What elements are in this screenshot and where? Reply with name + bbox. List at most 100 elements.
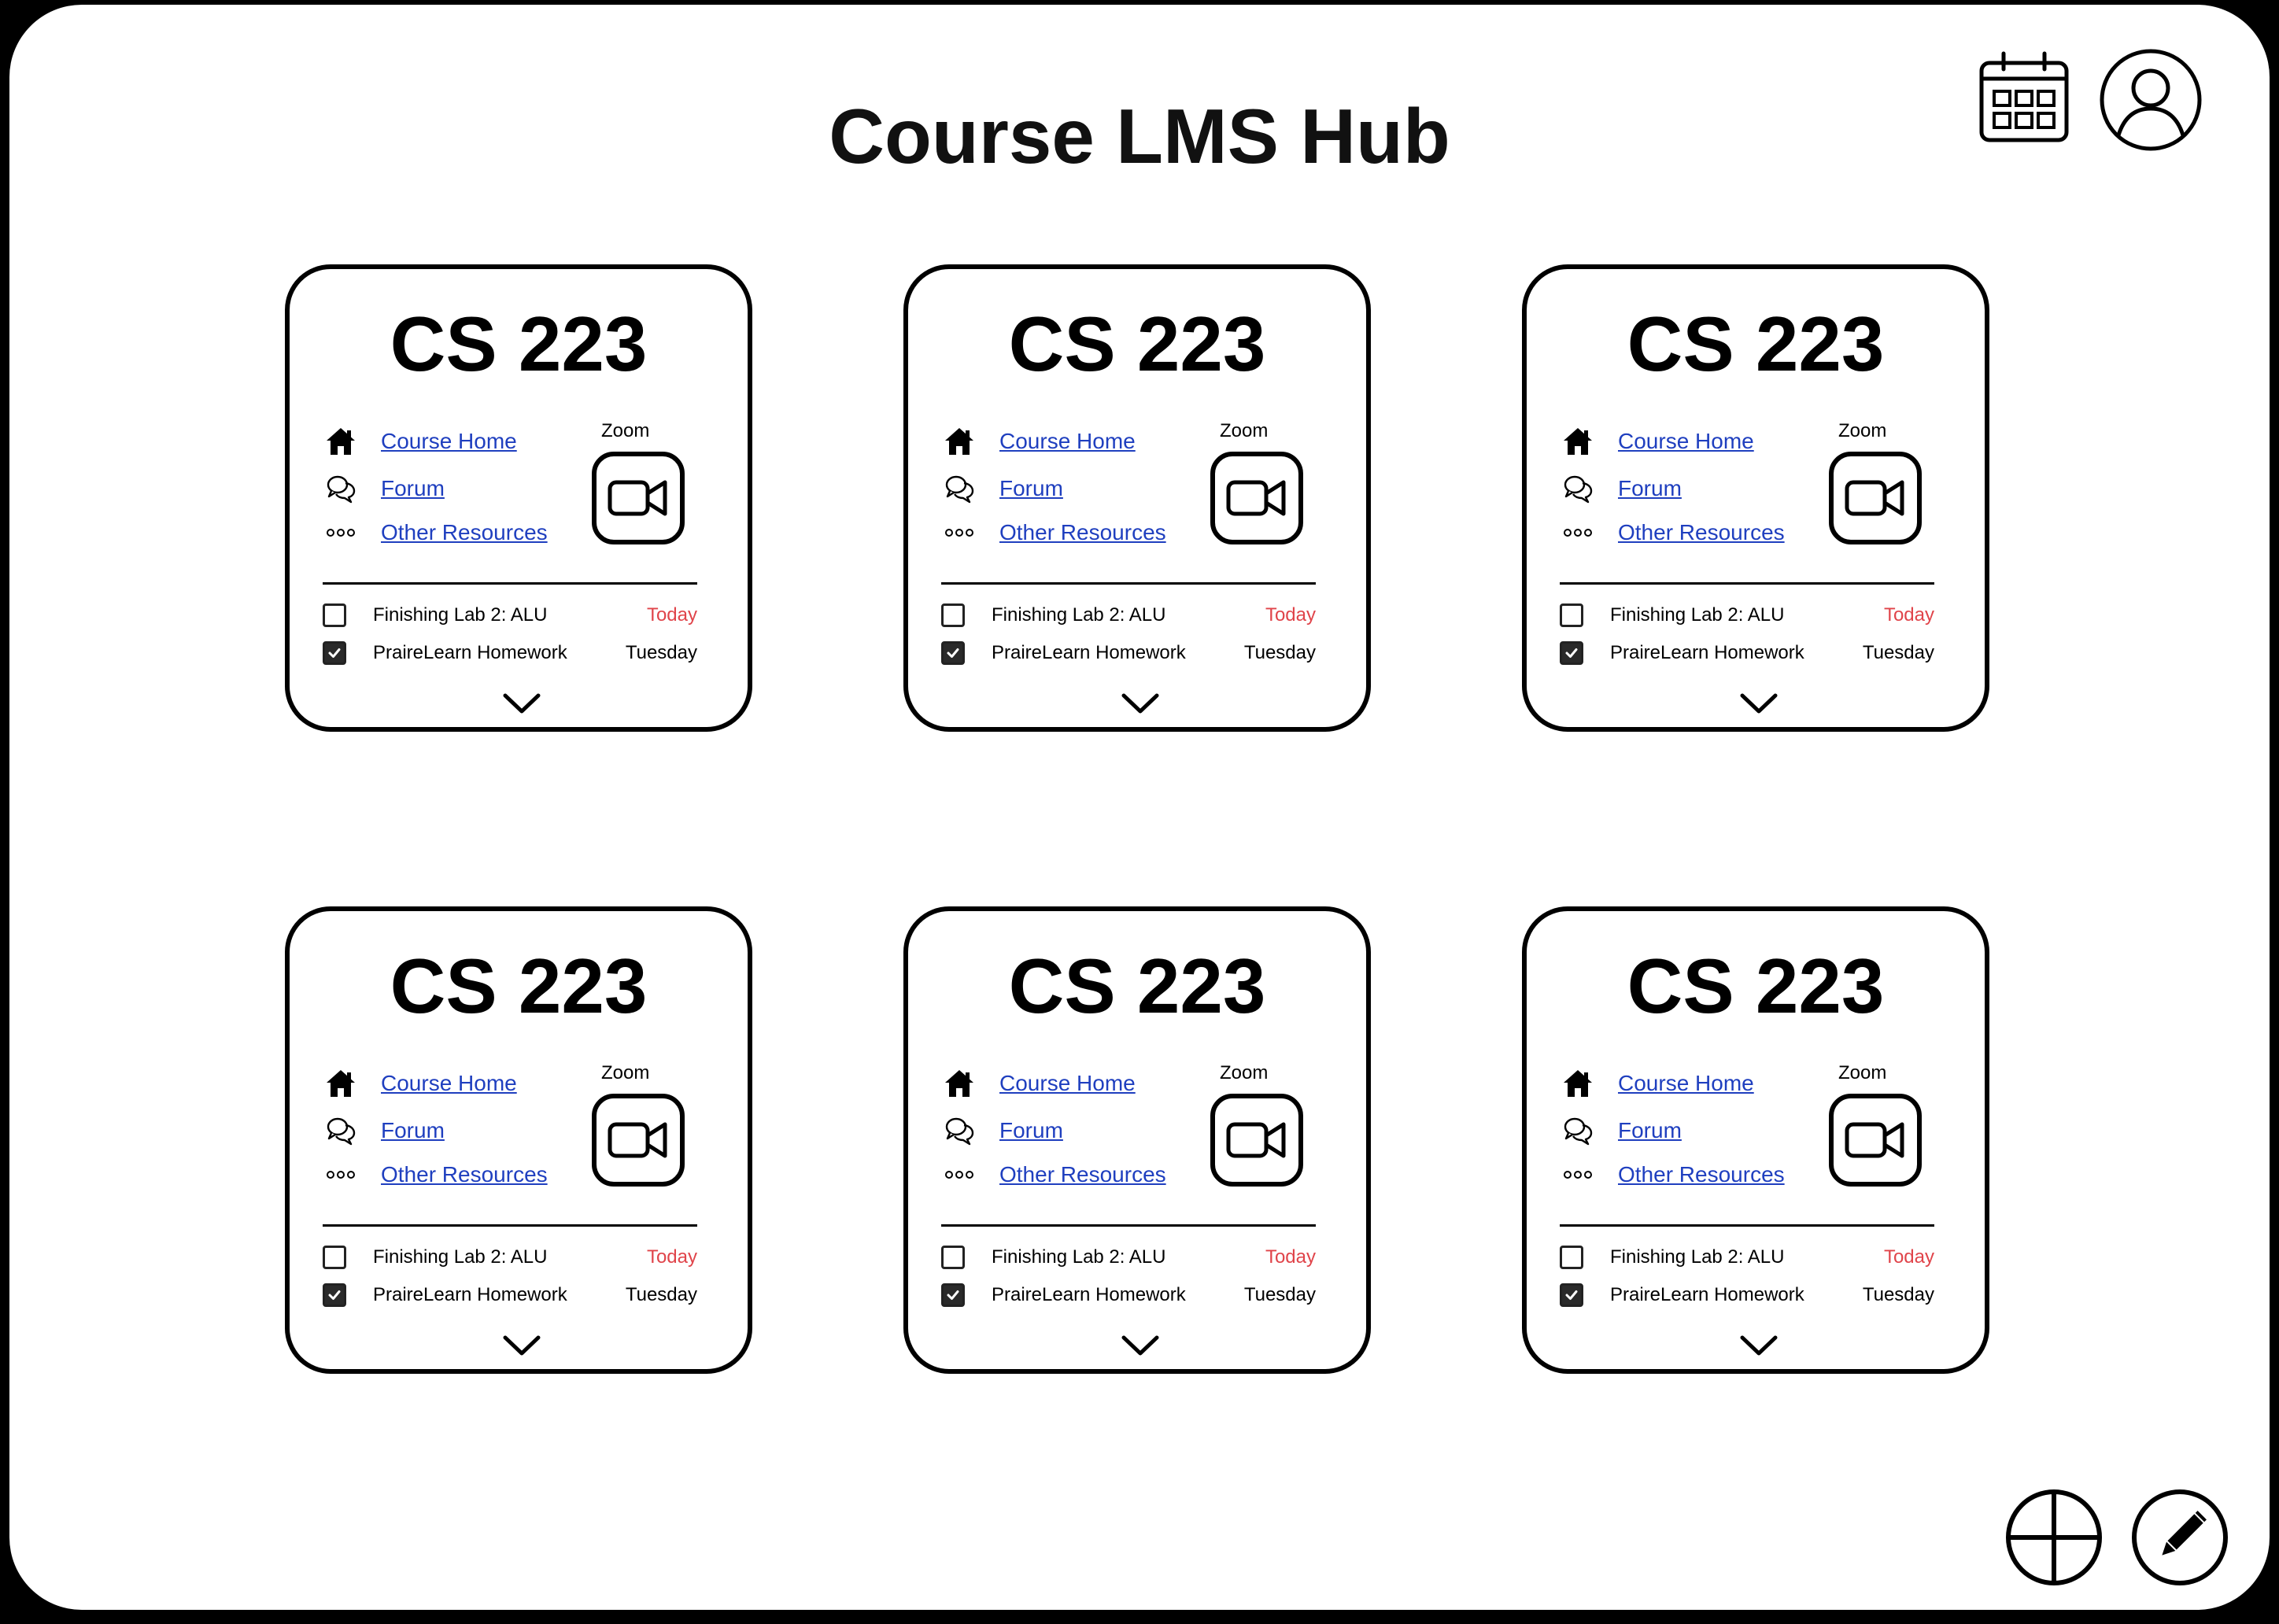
other-resources-link[interactable]: Other Resources [1618,1162,1785,1187]
forum-link[interactable]: Forum [1618,476,1682,501]
task-row: Finishing Lab 2: ALU Today [1560,1242,1934,1273]
course-home-link[interactable]: Course Home [1618,1071,1754,1096]
task-checkbox[interactable] [323,641,346,665]
course-home-link[interactable]: Course Home [381,1071,517,1096]
add-plus-icon [2006,1489,2102,1585]
course-home-link[interactable]: Course Home [1618,429,1754,454]
user-profile-icon[interactable] [2098,47,2203,153]
chevron-down-icon[interactable] [502,691,541,714]
course-card: CS 223 Course Home Forum Other Resources… [903,264,1371,732]
task-due-date: Tuesday [625,642,697,663]
chevron-down-icon[interactable] [502,1333,541,1356]
forum-link[interactable]: Forum [381,476,445,501]
task-checkbox[interactable] [941,1246,965,1269]
task-due-date: Tuesday [1243,642,1316,663]
course-card: CS 223 Course Home Forum Other Resources… [285,906,752,1374]
task-name: Finishing Lab 2: ALU [1610,1246,1785,1268]
task-checkbox[interactable] [1560,641,1583,665]
video-camera-icon [607,1118,670,1162]
forum-row: Forum [1560,1111,1682,1150]
task-name: Finishing Lab 2: ALU [992,1246,1166,1268]
course-home-link[interactable]: Course Home [999,429,1136,454]
other-resources-row: Other Resources [323,513,548,552]
forum-link[interactable]: Forum [999,1118,1063,1143]
task-checkbox[interactable] [1560,1283,1583,1307]
task-row: PraireLearn Homework Tuesday [323,1279,697,1311]
course-title: CS 223 [390,943,648,1029]
forum-link[interactable]: Forum [999,476,1063,501]
page-title: Course LMS Hub [829,93,1450,179]
task-row: PraireLearn Homework Tuesday [1560,1279,1934,1311]
task-checkbox[interactable] [941,603,965,627]
video-camera-icon [1225,476,1288,520]
zoom-label: Zoom [1220,420,1269,441]
course-home-link[interactable]: Course Home [381,429,517,454]
task-due-date: Today [1883,604,1934,626]
video-camera-icon [1225,1118,1288,1162]
task-checkbox[interactable] [941,1283,965,1307]
task-name: Finishing Lab 2: ALU [1610,604,1785,626]
video-camera-icon [607,476,670,520]
task-checkbox[interactable] [1560,603,1583,627]
chevron-down-icon[interactable] [1121,1333,1160,1356]
edit-button[interactable] [2129,1487,2230,1588]
task-row: Finishing Lab 2: ALU Today [1560,600,1934,631]
chevron-down-icon[interactable] [1121,691,1160,714]
course-title: CS 223 [1008,301,1266,387]
other-resources-link[interactable]: Other Resources [1618,520,1785,545]
other-resources-row: Other Resources [323,1155,548,1194]
task-checkbox[interactable] [941,641,965,665]
forum-link[interactable]: Forum [1618,1118,1682,1143]
other-resources-link[interactable]: Other Resources [381,520,548,545]
course-home-row: Course Home [323,422,517,461]
calendar-icon[interactable] [1977,50,2071,145]
zoom-button[interactable] [1829,1094,1922,1187]
zoom-label: Zoom [601,1062,650,1083]
task-checkbox[interactable] [1560,1246,1583,1269]
task-name: Finishing Lab 2: ALU [992,604,1166,626]
forum-row: Forum [323,469,445,508]
home-icon [1560,423,1596,460]
task-row: PraireLearn Homework Tuesday [941,1279,1316,1311]
other-resources-row: Other Resources [941,1155,1166,1194]
task-row: Finishing Lab 2: ALU Today [941,600,1316,631]
task-checkbox[interactable] [323,603,346,627]
other-resources-link[interactable]: Other Resources [381,1162,548,1187]
course-home-link[interactable]: Course Home [999,1071,1136,1096]
chevron-down-icon[interactable] [1739,1333,1779,1356]
course-card: CS 223 Course Home Forum Other Resources… [1522,264,1989,732]
zoom-button[interactable] [1210,452,1303,544]
forum-row: Forum [323,1111,445,1150]
other-resources-link[interactable]: Other Resources [999,520,1166,545]
edit-pencil-icon [2132,1489,2228,1585]
other-resources-row: Other Resources [1560,1155,1785,1194]
task-row: PraireLearn Homework Tuesday [941,637,1316,669]
home-icon [941,1065,977,1102]
more-dots-icon [323,515,359,551]
zoom-button[interactable] [1829,452,1922,544]
task-row: Finishing Lab 2: ALU Today [941,1242,1316,1273]
divider [1560,582,1934,585]
divider [1560,1224,1934,1227]
task-due-date: Today [1265,1246,1316,1268]
task-checkbox[interactable] [323,1246,346,1269]
add-course-button[interactable] [2004,1487,2104,1588]
zoom-button[interactable] [592,1094,685,1187]
zoom-button[interactable] [592,452,685,544]
zoom-button[interactable] [1210,1094,1303,1187]
forum-row: Forum [941,469,1063,508]
divider [323,582,697,585]
zoom-label: Zoom [601,420,650,441]
task-due-date: Today [1265,604,1316,626]
other-resources-link[interactable]: Other Resources [999,1162,1166,1187]
task-checkbox[interactable] [323,1283,346,1307]
chevron-down-icon[interactable] [1739,691,1779,714]
chat-bubbles-icon [323,1113,359,1149]
video-camera-icon [1844,1118,1907,1162]
zoom-label: Zoom [1220,1062,1269,1083]
forum-link[interactable]: Forum [381,1118,445,1143]
divider [941,1224,1316,1227]
zoom-label: Zoom [1838,420,1887,441]
task-name: PraireLearn Homework [992,642,1186,663]
other-resources-row: Other Resources [1560,513,1785,552]
